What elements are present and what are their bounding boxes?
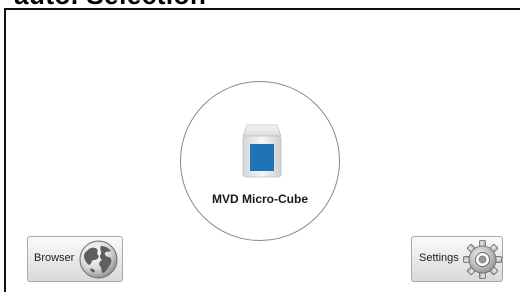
app-window: auto. Selection MVD Micro-Cube Browser bbox=[0, 0, 522, 294]
micro-cube-device-icon bbox=[242, 124, 282, 178]
browser-button-label: Browser bbox=[34, 252, 75, 264]
device-select-button[interactable]: MVD Micro-Cube bbox=[180, 81, 340, 241]
globe-icon bbox=[79, 240, 118, 279]
gear-icon bbox=[463, 240, 502, 279]
settings-button-label: Settings bbox=[419, 252, 459, 264]
browser-button[interactable]: Browser bbox=[27, 236, 123, 282]
device-label: MVD Micro-Cube bbox=[212, 192, 308, 206]
settings-button[interactable]: Settings bbox=[411, 236, 503, 282]
